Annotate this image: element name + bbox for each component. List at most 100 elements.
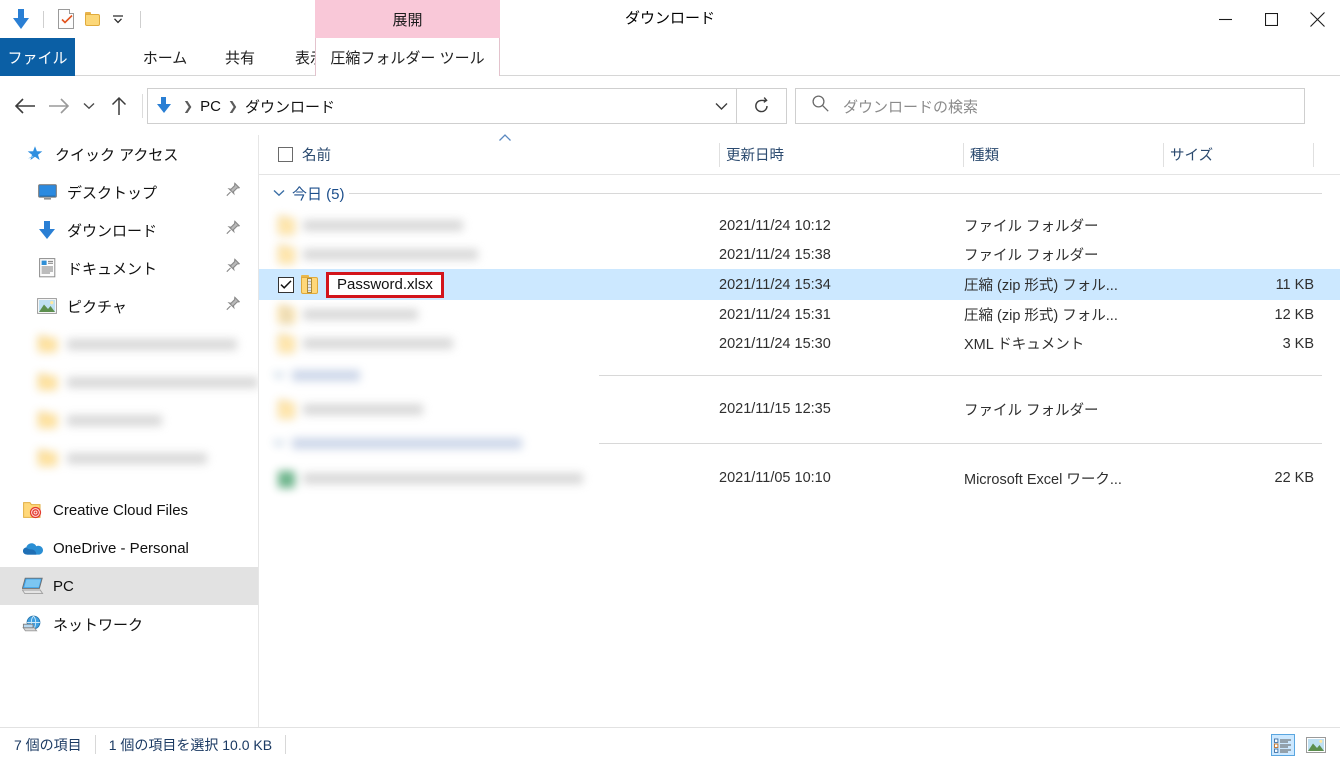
file-type-cell: 圧縮 (zip 形式) フォル... [964,308,1118,324]
file-name-redacted [303,403,423,415]
zip-folder-icon [278,305,295,324]
sidebar-item-redacted-4[interactable] [0,439,258,477]
search-input[interactable]: ダウンロードの検索 [843,96,978,117]
table-row[interactable]: 2021/11/24 15:30 XML ドキュメント 3 KB [259,329,1340,358]
column-header-size-label: サイズ [1170,148,1214,164]
breadcrumb-item-downloads[interactable]: ダウンロード [245,96,335,117]
table-row[interactable]: 2021/11/15 12:35 ファイル フォルダー [259,392,1340,426]
sidebar-label-onedrive-personal: OneDrive - Personal [53,539,189,557]
refresh-button[interactable] [737,88,787,124]
file-name-cell[interactable] [259,392,423,426]
group-header-redacted-1[interactable] [259,358,1340,392]
address-divider [142,94,143,118]
up-one-level-button[interactable] [102,89,136,123]
sidebar-item-redacted-3[interactable] [0,401,258,439]
status-divider-1 [94,735,96,754]
maximize-icon[interactable] [1248,0,1294,38]
file-name-cell[interactable] [259,240,478,269]
main-content: クイック アクセス デスクトップ ダウンロード ドキュメント ピクチャ Crea… [0,133,1340,727]
window-title-text: ダウンロード [624,10,715,27]
new-folder-icon[interactable] [79,6,105,32]
recent-locations-chevron-down-icon[interactable] [76,89,102,123]
quick-access-toolbar [0,0,150,38]
sidebar-item-downloads[interactable]: ダウンロード [0,211,258,249]
sidebar-item-redacted-1[interactable] [0,325,258,363]
group-collapse-chevron-icon[interactable] [273,368,285,382]
column-header-size[interactable]: サイズ [1164,135,1314,174]
folder-icon [278,245,295,264]
file-date-cell: 2021/11/24 15:34 [719,276,831,293]
row-checkbox-checked[interactable] [278,276,294,293]
pin-icon-pictures[interactable] [226,296,241,316]
tab-home[interactable]: ホーム [125,38,205,76]
sidebar-label-network: ネットワーク [53,616,144,634]
sidebar-item-onedrive-personal[interactable]: OneDrive - Personal [0,529,258,567]
table-row[interactable]: 2021/11/24 15:31 圧縮 (zip 形式) フォル... 12 K… [259,300,1340,329]
table-row[interactable]: 2021/11/24 15:38 ファイル フォルダー [259,240,1340,269]
file-type-cell: 圧縮 (zip 形式) フォル... [964,278,1118,294]
sidebar-item-desktop[interactable]: デスクトップ [0,173,258,211]
address-bar: ❯ PC ❯ ダウンロード ダウンロードの検索 [0,77,1340,135]
pin-icon-desktop[interactable] [226,182,241,202]
column-header-date[interactable]: 更新日時 [720,135,964,174]
file-size-cell: 22 KB [1274,470,1315,486]
group-header-today[interactable]: 今日 (5) [259,175,1340,211]
download-arrow-icon [36,219,58,241]
breadcrumb-item-pc[interactable]: PC [200,98,221,115]
table-row-selected[interactable]: Password.xlsx 2021/11/24 15:34 圧縮 (zip 形… [259,269,1340,300]
file-size-cell [1164,211,1314,240]
close-icon[interactable] [1294,0,1340,38]
search-box[interactable]: ダウンロードの検索 [795,88,1305,124]
column-header-name[interactable]: 名前 [278,133,720,174]
sidebar-label-redacted-4 [67,452,207,464]
window-controls [1202,0,1340,38]
group-header-today-label: 今日 (5) [292,185,345,203]
file-name-cell[interactable] [259,211,463,240]
sidebar-item-network[interactable]: ネットワーク [0,605,258,643]
sidebar-item-pc[interactable]: PC [0,567,258,605]
select-all-checkbox[interactable] [278,147,293,162]
table-row[interactable]: 2021/11/05 10:10 Microsoft Excel ワーク... … [259,460,1340,496]
table-row[interactable]: 2021/11/24 10:12 ファイル フォルダー [259,211,1340,240]
large-icons-view-icon[interactable] [1304,734,1328,756]
tab-compressed-folder-tools[interactable]: 圧縮フォルダー ツール [315,38,500,76]
tab-share[interactable]: 共有 [205,38,275,76]
breadcrumb-dropdown-chevron-down-icon[interactable] [715,89,728,123]
file-name-cell[interactable] [259,460,583,496]
sidebar-item-documents[interactable]: ドキュメント [0,249,258,287]
sidebar-item-pictures[interactable]: ピクチャ [0,287,258,325]
column-header-type[interactable]: 種類 [964,135,1164,174]
properties-document-icon[interactable] [53,6,79,32]
view-buttons [1271,728,1328,762]
file-date-cell: 2021/11/24 15:38 [719,246,831,263]
sidebar-item-creative-cloud-files[interactable]: Creative Cloud Files [0,491,258,529]
group-collapse-chevron-icon[interactable] [273,436,285,450]
file-type-cell: ファイル フォルダー [964,219,1099,235]
file-name-highlighted[interactable]: Password.xlsx [326,271,444,298]
sidebar-item-quick-access[interactable]: クイック アクセス [0,135,258,173]
sort-ascending-caret-icon [498,133,512,145]
sidebar-label-redacted-1 [67,338,237,350]
pin-icon-downloads[interactable] [226,220,241,240]
file-name-cell[interactable] [259,329,453,358]
group-header-redacted-2[interactable] [259,426,1340,460]
details-view-icon[interactable] [1271,734,1295,756]
column-divider-size[interactable] [1313,143,1314,167]
file-date-cell: 2021/11/24 10:12 [719,217,831,234]
file-list: 今日 (5) 2021/11/24 10:12 ファイル フォルダー 2021/… [259,175,1340,727]
status-selection-info: 1 個の項目を選択 10.0 KB [108,736,273,753]
tab-file[interactable]: ファイル [0,38,75,76]
file-name-cell[interactable]: Password.xlsx [259,269,444,300]
back-button[interactable] [8,89,42,123]
title-bar: 展開 ダウンロード [0,0,1340,38]
file-name-cell[interactable] [259,300,418,329]
sidebar-item-redacted-2[interactable] [0,363,258,401]
desktop-icon [36,181,58,203]
forward-button[interactable] [42,89,76,123]
breadcrumb[interactable]: ❯ PC ❯ ダウンロード [147,88,737,124]
qat-divider-2 [140,10,141,28]
minimize-icon[interactable] [1202,0,1248,38]
pin-icon-documents[interactable] [226,258,241,278]
customize-quick-access-chevron-down-icon[interactable] [105,6,131,32]
group-collapse-chevron-icon[interactable] [273,186,285,200]
